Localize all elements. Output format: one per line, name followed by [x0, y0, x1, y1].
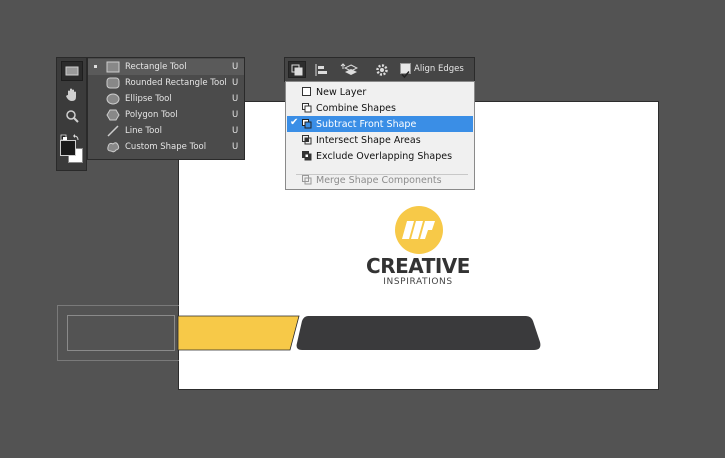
shape-tool-button[interactable]	[61, 61, 83, 81]
shape-options-bar: Align Edges	[284, 57, 475, 82]
tools-panel	[56, 57, 87, 171]
menu-item-new-layer[interactable]: New Layer	[287, 84, 473, 100]
line-icon	[107, 125, 119, 137]
menu-item-exclude-overlapping-shapes[interactable]: Exclude Overlapping Shapes	[287, 148, 473, 164]
flyout-item-rectangle-tool[interactable]: Rectangle Tool U	[88, 59, 244, 75]
zoom-tool-button[interactable]	[61, 106, 83, 126]
rectangle-tool-icon	[65, 66, 79, 76]
combine-shapes-icon	[302, 103, 312, 113]
yellow-bar-shape	[177, 315, 300, 351]
subtract-front-shape-icon	[302, 119, 312, 129]
checkmark-icon	[401, 71, 410, 79]
menu-item-intersect-shape-areas[interactable]: Intersect Shape Areas	[287, 132, 473, 148]
shape-path-inner-outline[interactable]	[67, 315, 175, 351]
flyout-item-polygon-tool[interactable]: Polygon Tool U	[88, 107, 244, 123]
flyout-item-shortcut: U	[232, 110, 239, 120]
path-alignment-icon	[315, 63, 327, 76]
flyout-item-label: Rectangle Tool	[125, 62, 187, 72]
new-layer-icon	[302, 87, 311, 96]
hand-tool-button[interactable]	[61, 85, 83, 105]
path-operations-button[interactable]	[288, 61, 306, 78]
rounded-rectangle-icon	[106, 77, 120, 89]
flyout-item-shortcut: U	[232, 126, 239, 136]
flyout-item-label: Rounded Rectangle Tool	[125, 78, 227, 88]
checkmark-icon: ✔	[290, 117, 299, 128]
align-edges-label: Align Edges	[414, 64, 464, 74]
menu-item-merge-shape-components[interactable]: Merge Shape Components	[287, 172, 473, 188]
flyout-item-custom-shape-tool[interactable]: Custom Shape Tool U	[88, 139, 244, 155]
menu-item-subtract-front-shape[interactable]: ✔ Subtract Front Shape	[287, 116, 473, 132]
merge-shape-components-icon	[302, 175, 312, 185]
path-arrangement-button[interactable]	[338, 61, 360, 78]
intersect-shape-areas-icon	[302, 135, 312, 145]
foreground-color-swatch[interactable]	[60, 140, 76, 156]
flyout-item-shortcut: U	[232, 142, 239, 152]
menu-item-label: Intersect Shape Areas	[316, 134, 421, 146]
polygon-icon	[106, 109, 120, 121]
swap-colors-icon[interactable]	[60, 128, 84, 141]
flyout-item-ellipse-tool[interactable]: Ellipse Tool U	[88, 91, 244, 107]
flyout-item-shortcut: U	[232, 94, 239, 104]
path-operations-menu: New Layer Combine Shapes ✔ Subtract Fron…	[285, 81, 475, 190]
zoom-icon	[66, 110, 79, 123]
ellipse-icon	[106, 93, 120, 105]
menu-item-label: Exclude Overlapping Shapes	[316, 150, 453, 162]
flyout-item-shortcut: U	[232, 78, 239, 88]
menu-item-label: New Layer	[316, 86, 367, 98]
flyout-item-label: Polygon Tool	[125, 110, 178, 120]
flyout-item-label: Line Tool	[125, 126, 162, 136]
path-operations-icon	[291, 64, 303, 75]
menu-item-combine-shapes[interactable]: Combine Shapes	[287, 100, 473, 116]
exclude-overlapping-shapes-icon	[302, 151, 312, 161]
flyout-item-line-tool[interactable]: Line Tool U	[88, 123, 244, 139]
dark-bar-shape	[296, 316, 541, 350]
path-settings-button[interactable]	[373, 61, 391, 78]
flyout-item-shortcut: U	[232, 62, 239, 72]
flyout-item-rounded-rectangle-tool[interactable]: Rounded Rectangle Tool U	[88, 75, 244, 91]
selected-marker-icon	[94, 65, 97, 68]
align-edges-checkbox[interactable]	[400, 63, 411, 79]
menu-item-label: Merge Shape Components	[316, 174, 442, 186]
shape-tools-flyout: Rectangle Tool U Rounded Rectangle Tool …	[87, 57, 245, 160]
flyout-item-label: Ellipse Tool	[125, 94, 172, 104]
flyout-item-label: Custom Shape Tool	[125, 142, 207, 152]
custom-shape-icon	[107, 142, 120, 153]
path-arrangement-icon	[340, 62, 358, 75]
rectangle-icon	[106, 61, 120, 73]
menu-item-label: Subtract Front Shape	[316, 118, 417, 130]
path-alignment-button[interactable]	[312, 61, 330, 78]
hand-icon	[66, 88, 76, 101]
menu-item-label: Combine Shapes	[316, 102, 396, 114]
gear-icon	[376, 63, 388, 76]
